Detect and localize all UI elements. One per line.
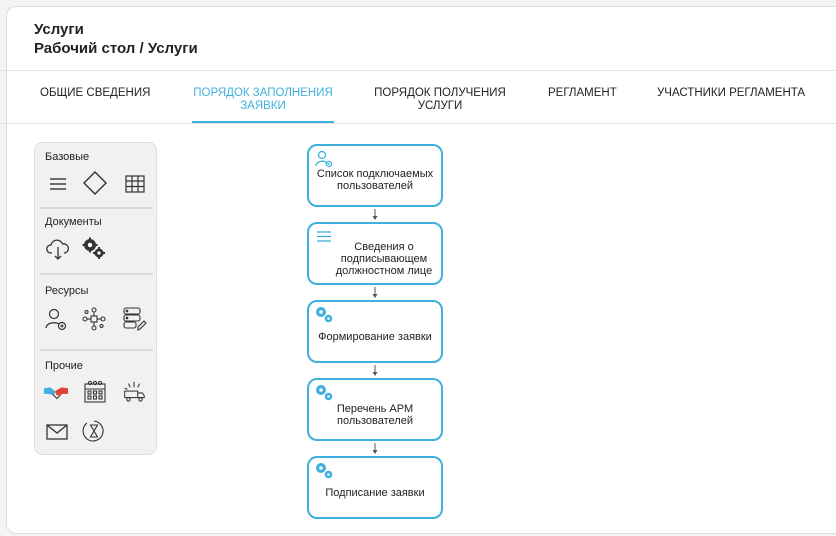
list-icon[interactable] — [45, 171, 71, 197]
palette-divider — [40, 207, 153, 209]
tab-regulation[interactable]: РЕГЛАМЕНТ — [548, 87, 617, 100]
palette-divider — [40, 273, 153, 275]
tab-bar: ОБЩИЕ СВЕДЕНИЯ ПОРЯДОК ЗАПОЛНЕНИЯ ЗАЯВКИ… — [0, 70, 836, 124]
calendar-icon[interactable] — [82, 379, 108, 405]
breadcrumb[interactable]: Рабочий стол / Услуги — [34, 39, 198, 58]
timer-icon[interactable] — [81, 418, 107, 444]
flow-arrow — [372, 365, 378, 376]
cloud-download-icon[interactable] — [45, 236, 71, 262]
truck-icon[interactable] — [121, 379, 147, 405]
flow-node-label: Формирование заявки — [318, 331, 432, 343]
palette-section-other-title: Прочие — [45, 360, 83, 372]
diamond-icon[interactable] — [82, 170, 108, 196]
active-tab-indicator — [192, 121, 334, 123]
palette-divider — [40, 349, 153, 351]
page-header: Услуги Рабочий стол / Услуги — [34, 20, 198, 58]
flow-node-label: Сведения о подписывающем должностном лиц… — [335, 241, 433, 277]
palette-section-basic-title: Базовые — [45, 151, 90, 163]
flow-arrow — [372, 287, 378, 298]
table-icon[interactable] — [122, 171, 148, 197]
flow-arrow — [372, 209, 378, 220]
tab-filling-order[interactable]: ПОРЯДОК ЗАПОЛНЕНИЯ ЗАЯВКИ — [190, 87, 336, 113]
gears-icon — [314, 305, 334, 325]
flow-node-application-forming[interactable]: Формирование заявки — [307, 300, 443, 363]
tab-receipt-order[interactable]: ПОРЯДОК ПОЛУЧЕНИЯ УСЛУГИ — [370, 87, 510, 113]
user-gear-icon — [314, 149, 334, 169]
flow-node-label: Подписание заявки — [325, 487, 425, 499]
network-icon[interactable] — [81, 306, 107, 332]
gears-icon — [314, 383, 334, 403]
user-add-icon[interactable] — [43, 306, 69, 332]
element-palette: Базовые Документы Ресурсы Прочие — [34, 142, 157, 455]
flow-node-application-signing[interactable]: Подписание заявки — [307, 456, 443, 519]
flow-node-arm-list[interactable]: Перечень АРМ пользователей — [307, 378, 443, 441]
flow-node-signer-info[interactable]: Сведения о подписывающем должностном лиц… — [307, 222, 443, 285]
flow-node-label: Список подключаемых пользователей — [316, 168, 434, 192]
database-edit-icon[interactable] — [121, 306, 147, 332]
handshake-icon[interactable] — [43, 380, 69, 406]
mail-icon[interactable] — [44, 419, 70, 445]
flow-node-users-list[interactable]: Список подключаемых пользователей — [307, 144, 443, 207]
tab-regulation-participants[interactable]: УЧАСТНИКИ РЕГЛАМЕНТА — [657, 87, 805, 100]
tab-general[interactable]: ОБЩИЕ СВЕДЕНИЯ — [40, 87, 150, 100]
palette-section-resources-title: Ресурсы — [45, 285, 89, 297]
flow-node-label: Перечень АРМ пользователей — [336, 403, 414, 427]
gears-icon[interactable] — [81, 236, 107, 262]
gears-icon — [314, 461, 334, 481]
flow-arrow — [372, 443, 378, 454]
page-title: Услуги — [34, 21, 84, 38]
palette-section-documents-title: Документы — [45, 216, 102, 228]
